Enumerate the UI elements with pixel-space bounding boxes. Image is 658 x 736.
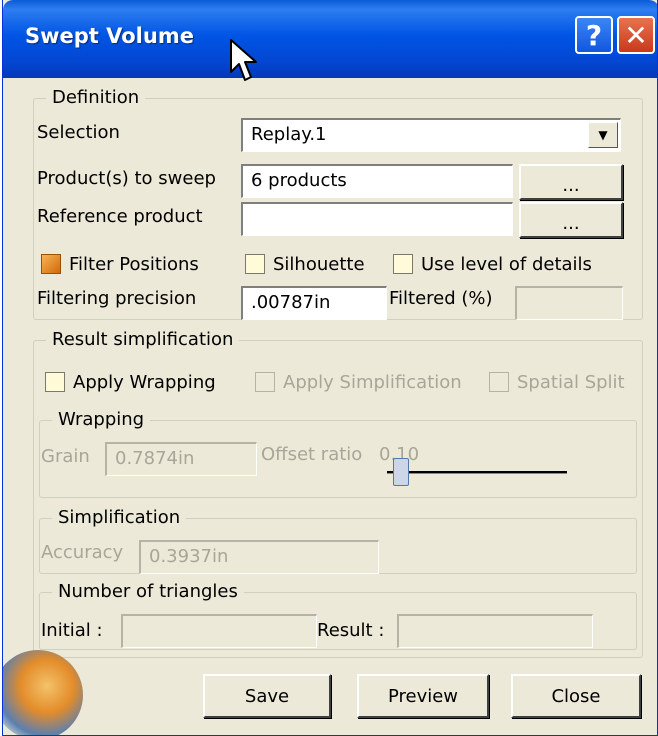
result-simplification-legend: Result simplification [46,329,240,351]
swept-volume-dialog: Swept Volume ? ✕ Definition Selection Re… [2,0,658,736]
accuracy-label: Accuracy [41,542,124,563]
result-label: Result : [317,620,385,641]
apply-simplification-checkbox [255,372,275,392]
accuracy-field: 0.3937in [139,540,379,574]
apply-wrapping-checkbox[interactable] [45,372,65,392]
mouse-cursor-icon [230,39,257,81]
initial-field [121,614,317,648]
reference-label: Reference product [37,206,203,227]
wrapping-legend: Wrapping [52,409,151,431]
selection-value: Replay.1 [251,124,327,145]
grain-label: Grain [41,446,90,467]
offset-ratio-slider-thumb[interactable] [393,458,409,486]
level-of-details-label[interactable]: Use level of details [421,254,592,276]
products-label: Product(s) to sweep [37,168,216,189]
dropdown-arrow-icon[interactable]: ▼ [588,122,618,148]
title-bar[interactable]: Swept Volume ? ✕ [3,0,657,78]
filter-positions-checkbox[interactable] [41,254,61,274]
filtering-precision-label: Filtering precision [37,288,197,309]
selection-dropdown[interactable]: Replay.1 ▼ [241,118,621,152]
triangles-legend: Number of triangles [52,581,244,603]
offset-ratio-slider-track [387,471,567,474]
reference-field[interactable] [241,202,513,236]
selection-label: Selection [37,122,120,143]
close-button[interactable]: Close [511,674,641,718]
silhouette-checkbox[interactable] [245,254,265,274]
reference-browse-button[interactable]: ... [519,202,623,238]
spatial-split-label: Spatial Split [517,372,625,393]
initial-label: Initial : [41,620,103,641]
app-logo [3,650,83,735]
products-field[interactable]: 6 products [241,164,513,198]
filtered-field [515,286,623,320]
help-icon[interactable]: ? [575,16,613,54]
products-browse-button[interactable]: ... [519,164,623,200]
grain-field: 0.7874in [105,442,257,476]
close-icon[interactable]: ✕ [617,16,655,54]
save-button[interactable]: Save [203,674,331,718]
filtered-label: Filtered (%) [389,288,493,309]
result-field [397,614,593,648]
filtering-precision-field[interactable]: .00787in [241,286,387,320]
apply-simplification-label: Apply Simplification [283,372,462,393]
level-of-details-checkbox[interactable] [393,254,413,274]
filter-positions-label[interactable]: Filter Positions [69,254,199,276]
definition-legend: Definition [46,87,146,109]
silhouette-label[interactable]: Silhouette [273,254,365,276]
preview-button[interactable]: Preview [357,674,489,718]
apply-wrapping-label[interactable]: Apply Wrapping [73,372,216,394]
offset-ratio-label: Offset ratio [261,444,363,465]
dialog-title: Swept Volume [25,24,194,48]
spatial-split-checkbox [489,372,509,392]
simplification-legend: Simplification [52,507,187,529]
